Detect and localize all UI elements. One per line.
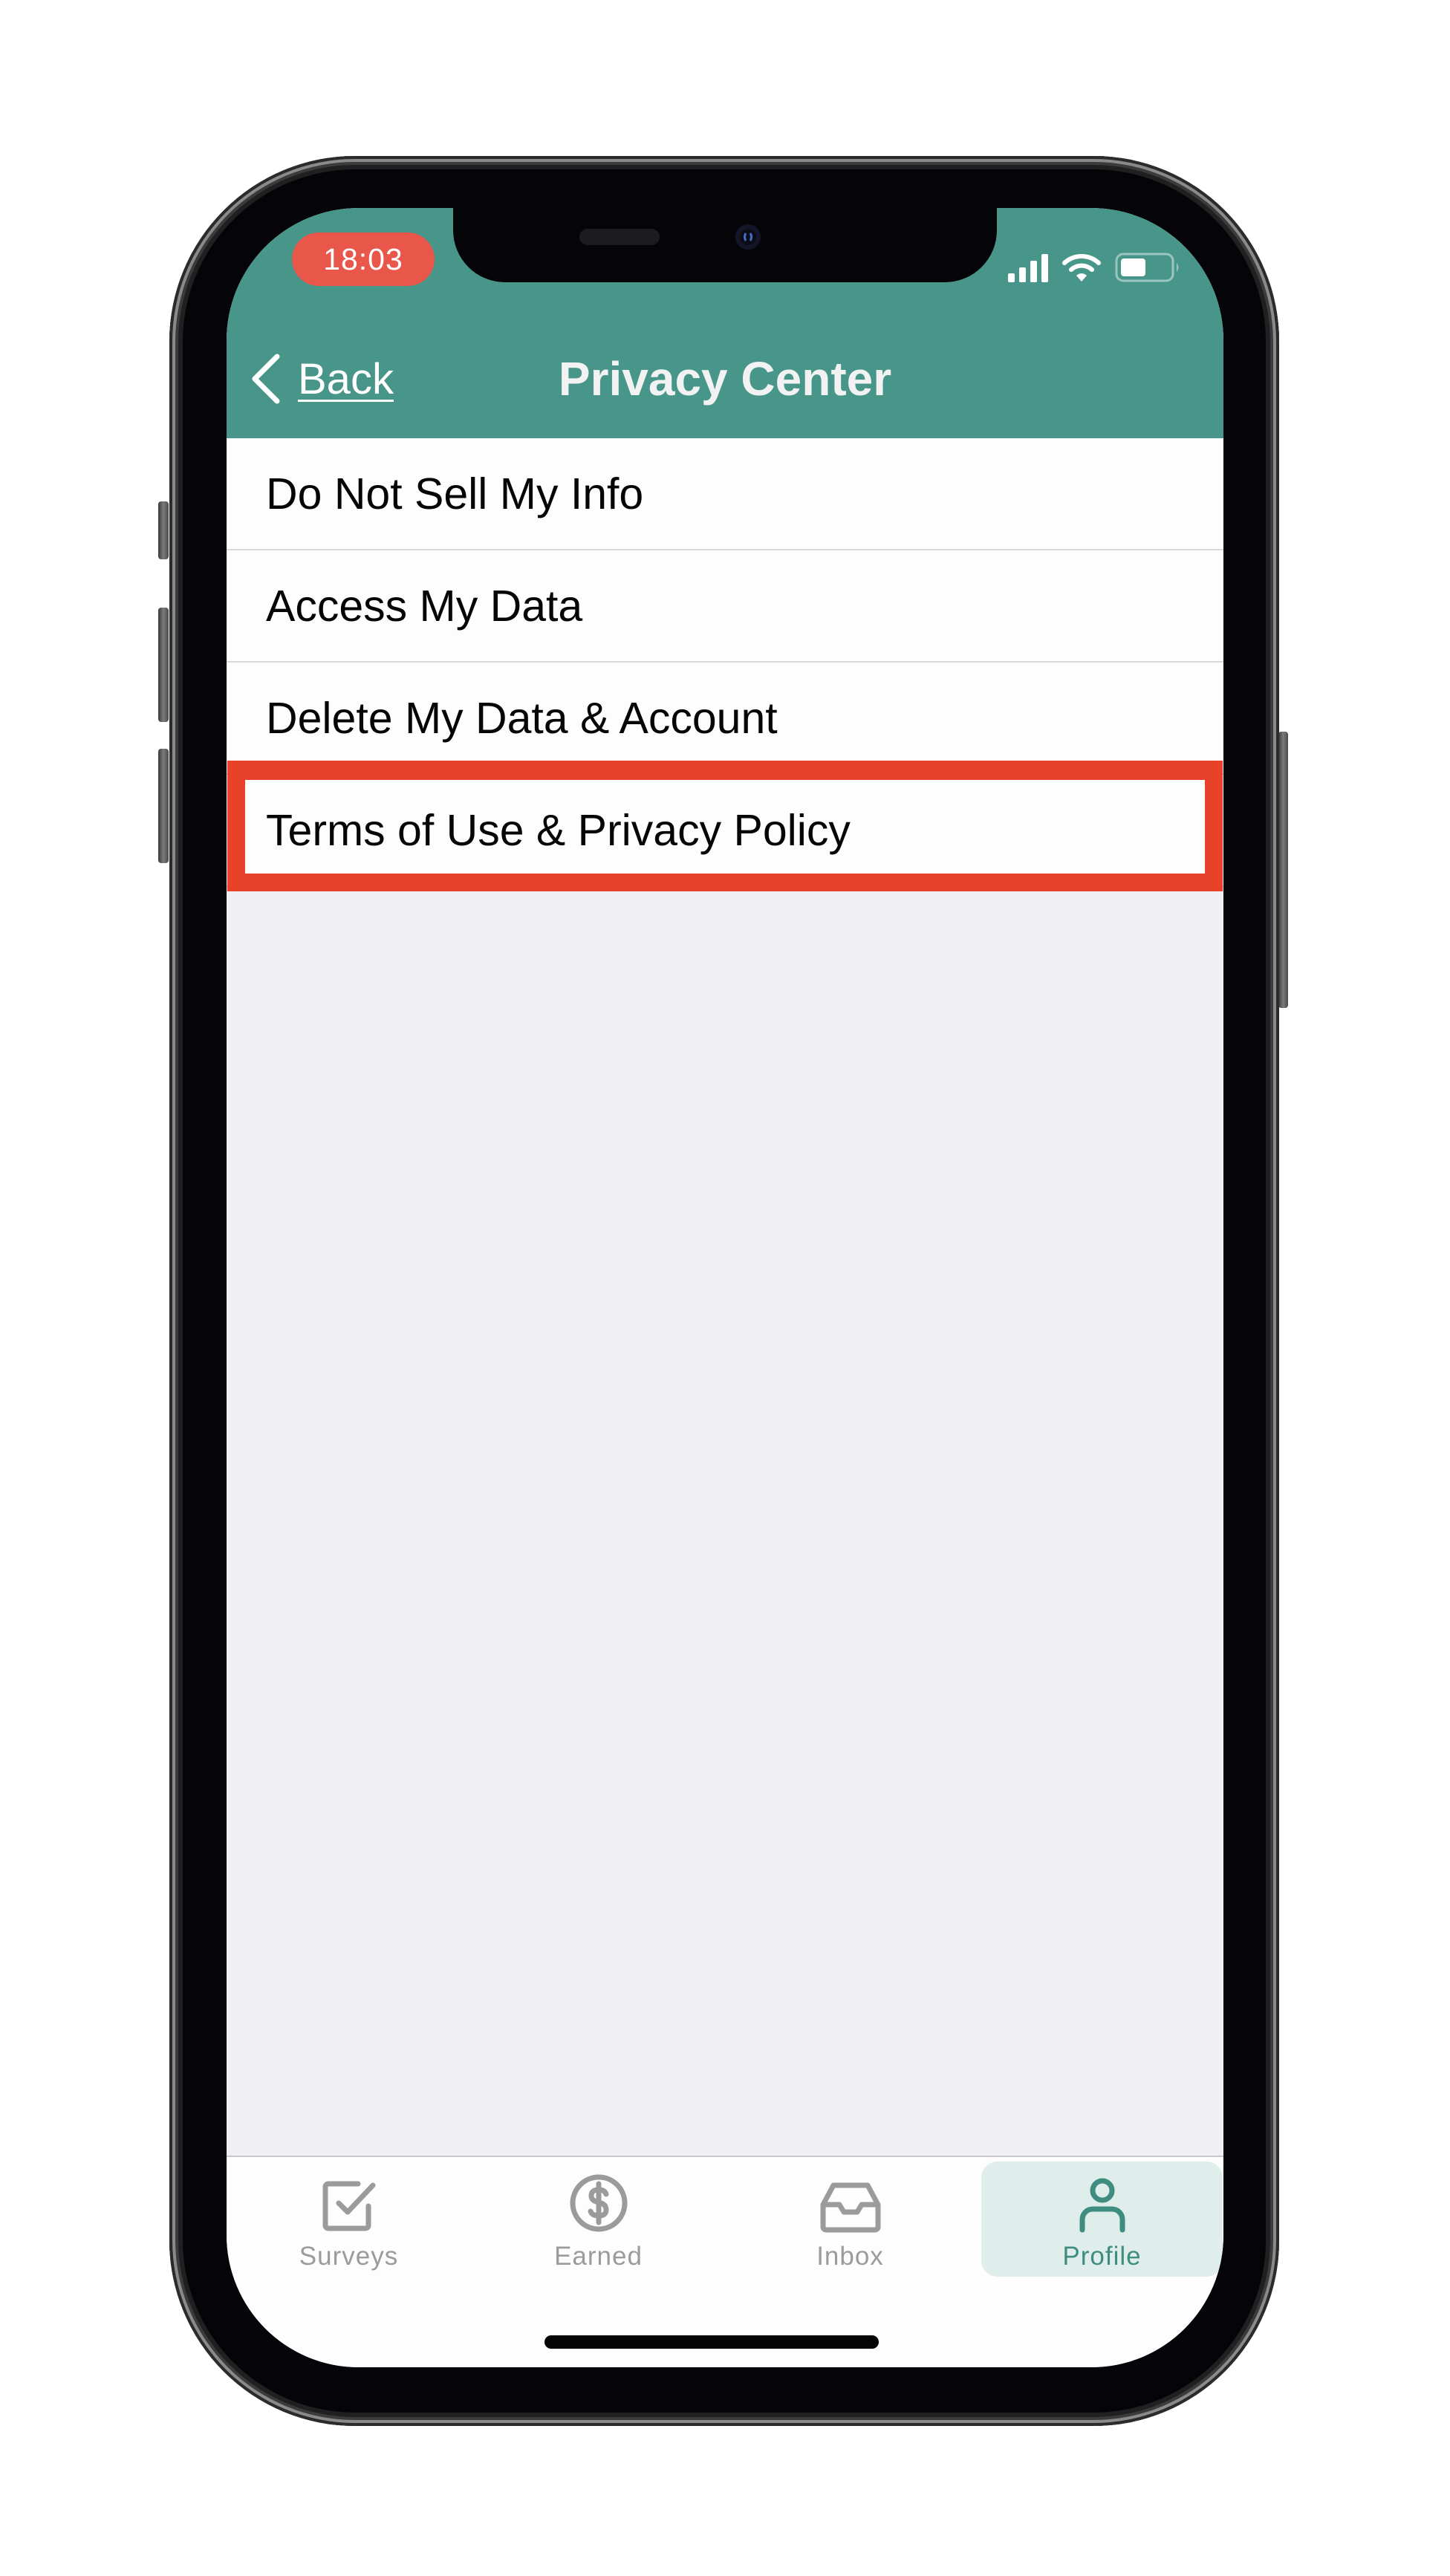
tab-surveys[interactable]: Surveys (228, 2162, 469, 2277)
tab-earned[interactable]: Earned (478, 2162, 719, 2277)
tab-label: Inbox (816, 2242, 884, 2271)
tab-label: Profile (1062, 2242, 1142, 2271)
list-item-do-not-sell[interactable]: Do Not Sell My Info (227, 438, 1223, 550)
list-item-access-data[interactable]: Access My Data (227, 550, 1223, 663)
speaker-grille (579, 229, 660, 245)
nav-bar: Back Privacy Center (227, 319, 1223, 438)
home-indicator[interactable] (544, 2335, 879, 2349)
tab-inbox[interactable]: Inbox (729, 2162, 971, 2277)
person-icon (1079, 2178, 1125, 2233)
list-item-label: Delete My Data & Account (266, 693, 778, 743)
power-button (1278, 732, 1288, 1008)
wifi-icon (1062, 254, 1101, 282)
phone-screen: 18:03 Back Privacy Center Do Not Sell My… (227, 208, 1223, 2367)
notch (453, 208, 997, 282)
list-item-label: Do Not Sell My Info (266, 469, 644, 518)
front-camera (735, 224, 761, 250)
inbox-tray-icon (820, 2182, 880, 2233)
status-time: 18:03 (292, 232, 435, 286)
list-item-terms-privacy[interactable]: Terms of Use & Privacy Policy (227, 775, 1223, 887)
volume-up-button (158, 608, 169, 722)
list-item-delete-data[interactable]: Delete My Data & Account (227, 663, 1223, 775)
tab-profile[interactable]: Profile (981, 2162, 1223, 2277)
back-button[interactable]: Back (249, 319, 394, 438)
back-label: Back (298, 354, 394, 403)
privacy-options-list: Do Not Sell My Info Access My Data Delet… (227, 438, 1223, 887)
cellular-signal-icon (1008, 254, 1048, 282)
checkbox-icon (322, 2181, 375, 2231)
status-icons (1008, 253, 1182, 282)
silent-switch (158, 501, 169, 559)
tab-label: Surveys (299, 2242, 399, 2271)
battery-icon (1115, 253, 1179, 282)
chevron-left-icon (252, 354, 280, 404)
volume-down-button (158, 749, 169, 863)
list-item-label: Access My Data (266, 581, 583, 631)
dollar-circle-icon (570, 2174, 627, 2232)
list-item-label: Terms of Use & Privacy Policy (266, 805, 851, 855)
tab-label: Earned (554, 2242, 643, 2271)
